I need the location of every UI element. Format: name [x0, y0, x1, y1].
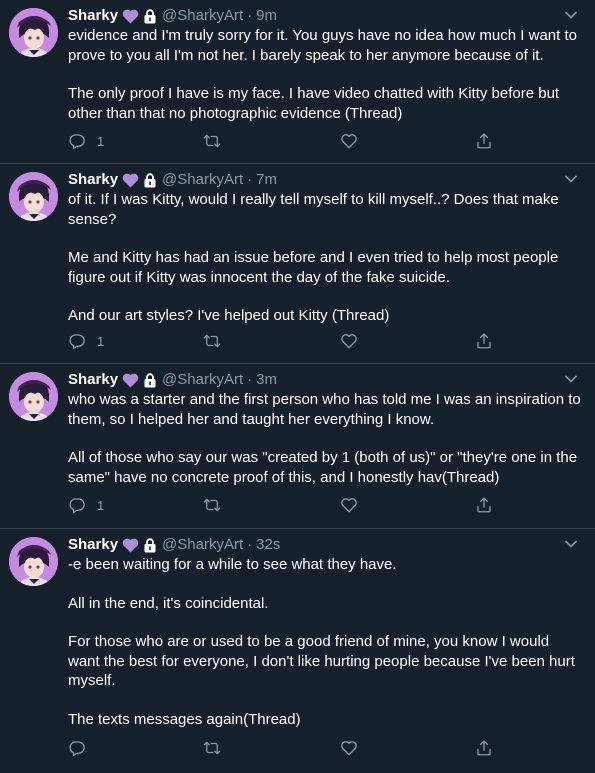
author-handle[interactable]: @SharkyArt [162, 6, 243, 26]
tweet-header: Sharky @SharkyArt · 3m [68, 370, 583, 390]
share-icon [475, 132, 493, 150]
timestamp[interactable]: 3m [256, 370, 277, 390]
tweet-actions [68, 737, 583, 759]
reply-icon [68, 132, 86, 150]
tweet-header: Sharky @SharkyArt · 9m [68, 6, 583, 26]
author-name[interactable]: Sharky [68, 170, 118, 190]
timeline-feed: Sharky @SharkyArt · 9m evidence and I'm trul… [0, 0, 595, 773]
share-button[interactable] [475, 739, 493, 757]
share-button[interactable] [475, 132, 493, 150]
tweet[interactable]: Sharky @SharkyArt · 7m of it. If I was Kitty… [0, 164, 595, 364]
like-button[interactable] [340, 739, 358, 757]
tweet-paragraph: The only proof I have is my face. I have… [68, 85, 560, 122]
retweet-button[interactable] [203, 132, 221, 150]
lock-icon [143, 537, 157, 553]
reply-count: 1 [97, 133, 105, 149]
share-icon [475, 496, 493, 514]
author-handle[interactable]: @SharkyArt [162, 370, 243, 390]
reply-button[interactable] [68, 739, 97, 757]
separator-dot: · [247, 7, 253, 24]
share-icon [475, 739, 493, 757]
tweet-paragraph: And our art styles? I've helped out Kitt… [68, 307, 390, 324]
avatar[interactable] [9, 537, 58, 586]
tweet-paragraph: who was a starter and the first person w… [68, 391, 581, 428]
reply-count: 1 [97, 497, 105, 513]
timestamp[interactable]: 9m [256, 6, 277, 26]
author-name[interactable]: Sharky [68, 6, 118, 26]
separator-dot: · [247, 371, 253, 388]
tweet[interactable]: Sharky @SharkyArt · 3m who was a starter and… [0, 364, 595, 529]
tweet-actions: 1 [68, 330, 583, 352]
retweet-button[interactable] [203, 496, 221, 514]
reply-icon [68, 332, 86, 350]
retweet-icon [203, 496, 221, 514]
tweet-header: Sharky @SharkyArt · 32s [68, 535, 583, 555]
reply-count: 1 [97, 333, 105, 349]
reply-button[interactable]: 1 [68, 132, 104, 150]
tweet-text: who was a starter and the first person w… [68, 390, 583, 487]
author-handle[interactable]: @SharkyArt [162, 170, 243, 190]
tweet-paragraph: The texts messages again(Thread) [68, 710, 301, 728]
share-icon [475, 332, 493, 350]
reply-button[interactable]: 1 [68, 496, 104, 514]
separator-dot: · [247, 536, 253, 553]
retweet-icon [203, 739, 221, 757]
tweet-actions: 1 [68, 494, 583, 516]
avatar[interactable] [9, 372, 58, 421]
separator-dot: · [247, 171, 253, 188]
chevron-down-icon[interactable] [564, 171, 578, 183]
like-icon [340, 496, 358, 514]
reply-icon [68, 496, 86, 514]
chevron-down-icon[interactable] [564, 7, 578, 19]
tweet-paragraph: All in the end, it's coincidental. [68, 594, 269, 612]
timestamp[interactable]: 7m [256, 170, 277, 190]
tweet-actions: 1 [68, 130, 583, 152]
share-button[interactable] [475, 496, 493, 514]
tweet-text: of it. If I was Kitty, would I really te… [68, 190, 583, 326]
like-button[interactable] [340, 332, 358, 350]
timestamp[interactable]: 32s [256, 535, 280, 555]
reply-icon [68, 739, 86, 757]
author-handle[interactable]: @SharkyArt [162, 535, 243, 555]
like-icon [340, 332, 358, 350]
like-button[interactable] [340, 132, 358, 150]
tweet-paragraph: of it. If I was Kitty, would I really te… [68, 191, 559, 228]
chevron-down-icon[interactable] [564, 371, 578, 383]
tweet-text: -e been waiting for a while to see what … [68, 555, 583, 729]
tweet-paragraph: For those who are or used to be a good f… [68, 633, 575, 689]
retweet-icon [203, 332, 221, 350]
share-button[interactable] [475, 332, 493, 350]
tweet[interactable]: Sharky @SharkyArt · 9m evidence and I'm trul… [0, 0, 595, 164]
purple-heart-icon [122, 373, 139, 388]
reply-button[interactable]: 1 [68, 332, 104, 350]
purple-heart-icon [122, 173, 139, 188]
retweet-icon [203, 132, 221, 150]
avatar[interactable] [9, 8, 58, 57]
tweet[interactable]: Sharky @SharkyArt · 32s -e been waiting for … [0, 529, 595, 773]
purple-heart-icon [122, 538, 139, 553]
tweet-text: evidence and I'm truly sorry for it. You… [68, 26, 583, 123]
purple-heart-icon [122, 9, 139, 24]
like-icon [340, 132, 358, 150]
retweet-button[interactable] [203, 332, 221, 350]
tweet-paragraph: All of those who say our was "created by… [68, 449, 578, 486]
tweet-paragraph: evidence and I'm truly sorry for it. You… [68, 27, 577, 64]
lock-icon [143, 172, 157, 188]
tweet-paragraph: Me and Kitty has had an issue before and… [68, 249, 559, 286]
tweet-paragraph: -e been waiting for a while to see what … [68, 556, 397, 573]
avatar[interactable] [9, 172, 58, 221]
lock-icon [143, 372, 157, 388]
like-button[interactable] [340, 496, 358, 514]
chevron-down-icon[interactable] [564, 536, 578, 548]
author-name[interactable]: Sharky [68, 370, 118, 390]
author-name[interactable]: Sharky [68, 535, 118, 555]
tweet-header: Sharky @SharkyArt · 7m [68, 170, 583, 190]
lock-icon [143, 8, 157, 24]
retweet-button[interactable] [203, 739, 221, 757]
like-icon [340, 739, 358, 757]
